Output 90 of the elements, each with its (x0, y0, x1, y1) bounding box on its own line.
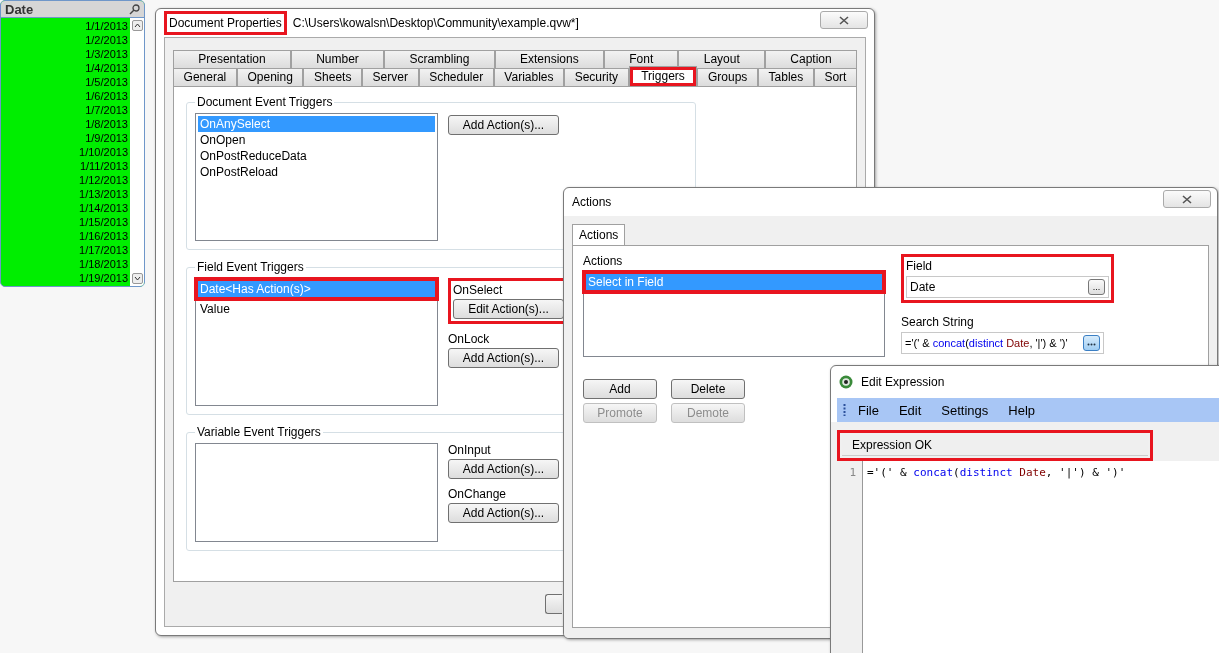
listbox-value[interactable]: 1/17/2013 (1, 243, 130, 257)
ellipsis-icon[interactable] (1087, 343, 1096, 346)
search-icon[interactable] (129, 3, 140, 15)
code-editor[interactable]: 1 ='(' & concat(distinct Date, '|') & ')' (837, 461, 1219, 653)
action-button[interactable]: Edit Action(s)... (453, 299, 564, 319)
listbox-value[interactable]: 1/4/2013 (1, 61, 130, 75)
event-label: OnInput (448, 443, 492, 457)
list-item[interactable]: OnPostReduceData (198, 148, 435, 164)
action-button[interactable]: Add Action(s)... (448, 459, 559, 479)
tab[interactable]: Variables (493, 68, 565, 86)
trigger-list[interactable]: OnAnySelect OnOpen OnPostReduceData OnPostReload (195, 113, 438, 241)
listbox-value[interactable]: 1/13/2013 (1, 187, 130, 201)
window-title: Document Properties (164, 11, 287, 35)
field-label: Search String (901, 315, 975, 329)
close-icon[interactable] (839, 15, 849, 25)
tab[interactable]: Actions (572, 224, 626, 245)
listbox-value[interactable]: 1/19/2013 (1, 271, 130, 285)
listbox-value[interactable]: 1/11/2013 (1, 159, 130, 173)
tab[interactable]: Triggers (628, 66, 698, 86)
action-button[interactable]: Add (583, 379, 657, 399)
menu-item[interactable]: Settings (933, 402, 997, 418)
action-button[interactable]: Delete (671, 379, 745, 399)
list-item[interactable]: OnPostReload (198, 164, 435, 180)
listbox-value[interactable]: 1/7/2013 (1, 103, 130, 117)
tab[interactable]: Caption (765, 50, 857, 68)
listbox-value[interactable]: 1/12/2013 (1, 173, 130, 187)
listbox-value[interactable]: 1/14/2013 (1, 201, 130, 215)
tab[interactable]: Presentation (173, 50, 291, 68)
search-string-input[interactable]: ='(' & concat(distinct Date, '|') & ')' (901, 332, 1104, 354)
listbox-title: Date (5, 1, 34, 17)
tab[interactable]: Layout (678, 50, 766, 68)
close-icon[interactable] (1182, 194, 1192, 204)
scroll-down-icon[interactable] (133, 276, 141, 281)
listbox-value[interactable]: 1/6/2013 (1, 89, 130, 103)
listbox-value[interactable]: 1/9/2013 (1, 131, 130, 145)
tab[interactable]: General (173, 68, 237, 86)
tab[interactable]: Scheduler (418, 68, 494, 86)
scroll-up-icon[interactable] (133, 23, 141, 28)
menu-item[interactable]: Help (1000, 402, 1044, 418)
trigger-list[interactable]: Date<Has Action(s)> Value (195, 278, 438, 406)
list-item[interactable]: Value (198, 301, 435, 317)
code-line: ='(' & concat(distinct Date, '|') & ')' (866, 465, 1126, 481)
dialog-button[interactable] (545, 594, 562, 614)
tab[interactable]: Security (564, 68, 629, 86)
action-button[interactable]: Add Action(s)... (448, 115, 559, 135)
tab[interactable]: Scrambling (384, 50, 495, 68)
browse-button[interactable]: ... (1088, 279, 1105, 295)
tab[interactable]: Tables (757, 68, 814, 86)
group-title: Variable Event Triggers (196, 425, 322, 439)
tab[interactable]: Groups (697, 68, 758, 86)
tab[interactable]: Sheets (303, 68, 362, 86)
event-label: OnLock (448, 332, 491, 346)
line-number: 1 (849, 465, 856, 481)
listbox-value[interactable]: 1/5/2013 (1, 75, 130, 89)
close-button[interactable] (820, 11, 868, 29)
menu-item[interactable]: File (850, 402, 887, 418)
listbox-value[interactable]: 1/10/2013 (1, 145, 130, 159)
group-title: Field Event Triggers (196, 260, 305, 274)
listbox-value[interactable]: 1/15/2013 (1, 215, 130, 229)
field-input[interactable]: Date ... (906, 276, 1109, 298)
list-item[interactable]: OnOpen (198, 132, 435, 148)
file-path: C:\Users\kowalsn\Desktop\Community\example.qvw*] (292, 16, 579, 30)
action-button[interactable]: Add Action(s)... (448, 503, 559, 523)
window-title: Edit Expression (861, 375, 945, 389)
app-logo-icon (839, 375, 853, 389)
listbox-value[interactable]: 1/16/2013 (1, 229, 130, 243)
event-label: OnSelect (453, 283, 504, 297)
listbox-value[interactable]: 1/1/2013 (1, 19, 130, 33)
tab[interactable]: Font (603, 50, 679, 68)
grip-icon (843, 403, 846, 417)
scrollbar[interactable] (130, 18, 144, 286)
close-button[interactable] (1163, 190, 1211, 208)
event-label: OnChange (448, 487, 508, 501)
trigger-list[interactable] (195, 443, 438, 542)
window-title: Actions (572, 195, 612, 209)
menu-item[interactable]: Edit (890, 402, 930, 418)
group-title: Document Event Triggers (196, 95, 334, 109)
tab[interactable]: Opening (236, 68, 304, 86)
field-label: Field (906, 259, 933, 273)
listbox-value[interactable]: 1/18/2013 (1, 257, 130, 271)
listbox-value[interactable]: 1/8/2013 (1, 117, 130, 131)
tab[interactable]: Server (362, 68, 419, 86)
list-label: Actions (583, 254, 624, 268)
tab[interactable]: Number (290, 50, 385, 68)
listbox-value[interactable]: 1/3/2013 (1, 47, 130, 61)
listbox-value[interactable]: 1/2/2013 (1, 33, 130, 47)
tab[interactable]: Extensions (494, 50, 604, 68)
expression-button[interactable] (1083, 335, 1100, 351)
tab[interactable]: Sort (813, 68, 858, 86)
action-button[interactable]: Add Action(s)... (448, 348, 559, 368)
